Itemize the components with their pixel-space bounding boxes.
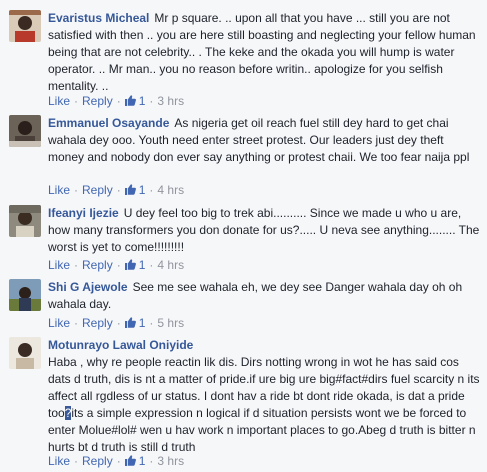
reply-link[interactable]: Reply xyxy=(82,454,113,468)
like-link[interactable]: Like xyxy=(48,316,70,330)
reply-link[interactable]: Reply xyxy=(82,258,113,272)
comment-feed: Evaristus Micheal Mr p square. .. upon al… xyxy=(0,0,487,472)
comment-body: Motunrayo Lawal Oniyide Haba , why re peo… xyxy=(48,337,481,456)
comment-author[interactable]: Shi G Ajewole xyxy=(48,280,128,294)
like-link[interactable]: Like xyxy=(48,454,70,468)
like-count[interactable]: 1 xyxy=(139,183,146,197)
avatar[interactable] xyxy=(9,10,41,42)
timestamp[interactable]: 4 hrs xyxy=(157,183,184,197)
like-link[interactable]: Like xyxy=(48,183,70,197)
comment-body: Evaristus Micheal Mr p square. .. upon al… xyxy=(48,10,481,95)
like-count[interactable]: 1 xyxy=(139,454,146,468)
comment-actions: Like · Reply · 1 · 5 hrs xyxy=(48,316,185,330)
comment-author[interactable]: Emmanuel Osayande xyxy=(48,116,169,130)
avatar[interactable] xyxy=(9,337,41,369)
reply-link[interactable]: Reply xyxy=(82,94,113,108)
thumbs-up-icon[interactable] xyxy=(124,317,136,328)
comment-text-continued: its a simple expression n logical if d s… xyxy=(48,406,476,454)
comment-author[interactable]: Evaristus Micheal xyxy=(48,11,149,25)
comment-body: Shi G Ajewole See me see wahala eh, we de… xyxy=(48,279,481,313)
reply-link[interactable]: Reply xyxy=(82,316,113,330)
comment-actions: Like · Reply · 1 · 3 hrs xyxy=(48,454,185,468)
avatar[interactable] xyxy=(9,279,41,311)
comment-actions: Like · Reply · 1 · 4 hrs xyxy=(48,183,185,197)
avatar[interactable] xyxy=(9,205,41,237)
comment-author[interactable]: Ifeanyi Ijezie xyxy=(48,206,119,220)
thumbs-up-icon[interactable] xyxy=(124,455,136,466)
timestamp[interactable]: 5 hrs xyxy=(157,316,184,330)
reply-link[interactable]: Reply xyxy=(82,183,113,197)
comment-body: Emmanuel Osayande As nigeria get oil reac… xyxy=(48,115,481,166)
thumbs-up-icon[interactable] xyxy=(124,95,136,106)
comment-body: Ifeanyi Ijezie U dey feel too big to trek… xyxy=(48,205,481,256)
like-count[interactable]: 1 xyxy=(139,316,146,330)
timestamp[interactable]: 3 hrs xyxy=(157,454,184,468)
like-count[interactable]: 1 xyxy=(139,258,146,272)
thumbs-up-icon[interactable] xyxy=(124,259,136,270)
comment-actions: Like · Reply · 1 · 3 hrs xyxy=(48,94,185,108)
comment-author[interactable]: Motunrayo Lawal Oniyide xyxy=(48,338,193,352)
like-count[interactable]: 1 xyxy=(139,94,146,108)
timestamp[interactable]: 3 hrs xyxy=(157,94,184,108)
thumbs-up-icon[interactable] xyxy=(124,184,136,195)
comment-actions: Like · Reply · 1 · 4 hrs xyxy=(48,258,185,272)
timestamp[interactable]: 4 hrs xyxy=(157,258,184,272)
like-link[interactable]: Like xyxy=(48,94,70,108)
avatar[interactable] xyxy=(9,115,41,147)
like-link[interactable]: Like xyxy=(48,258,70,272)
